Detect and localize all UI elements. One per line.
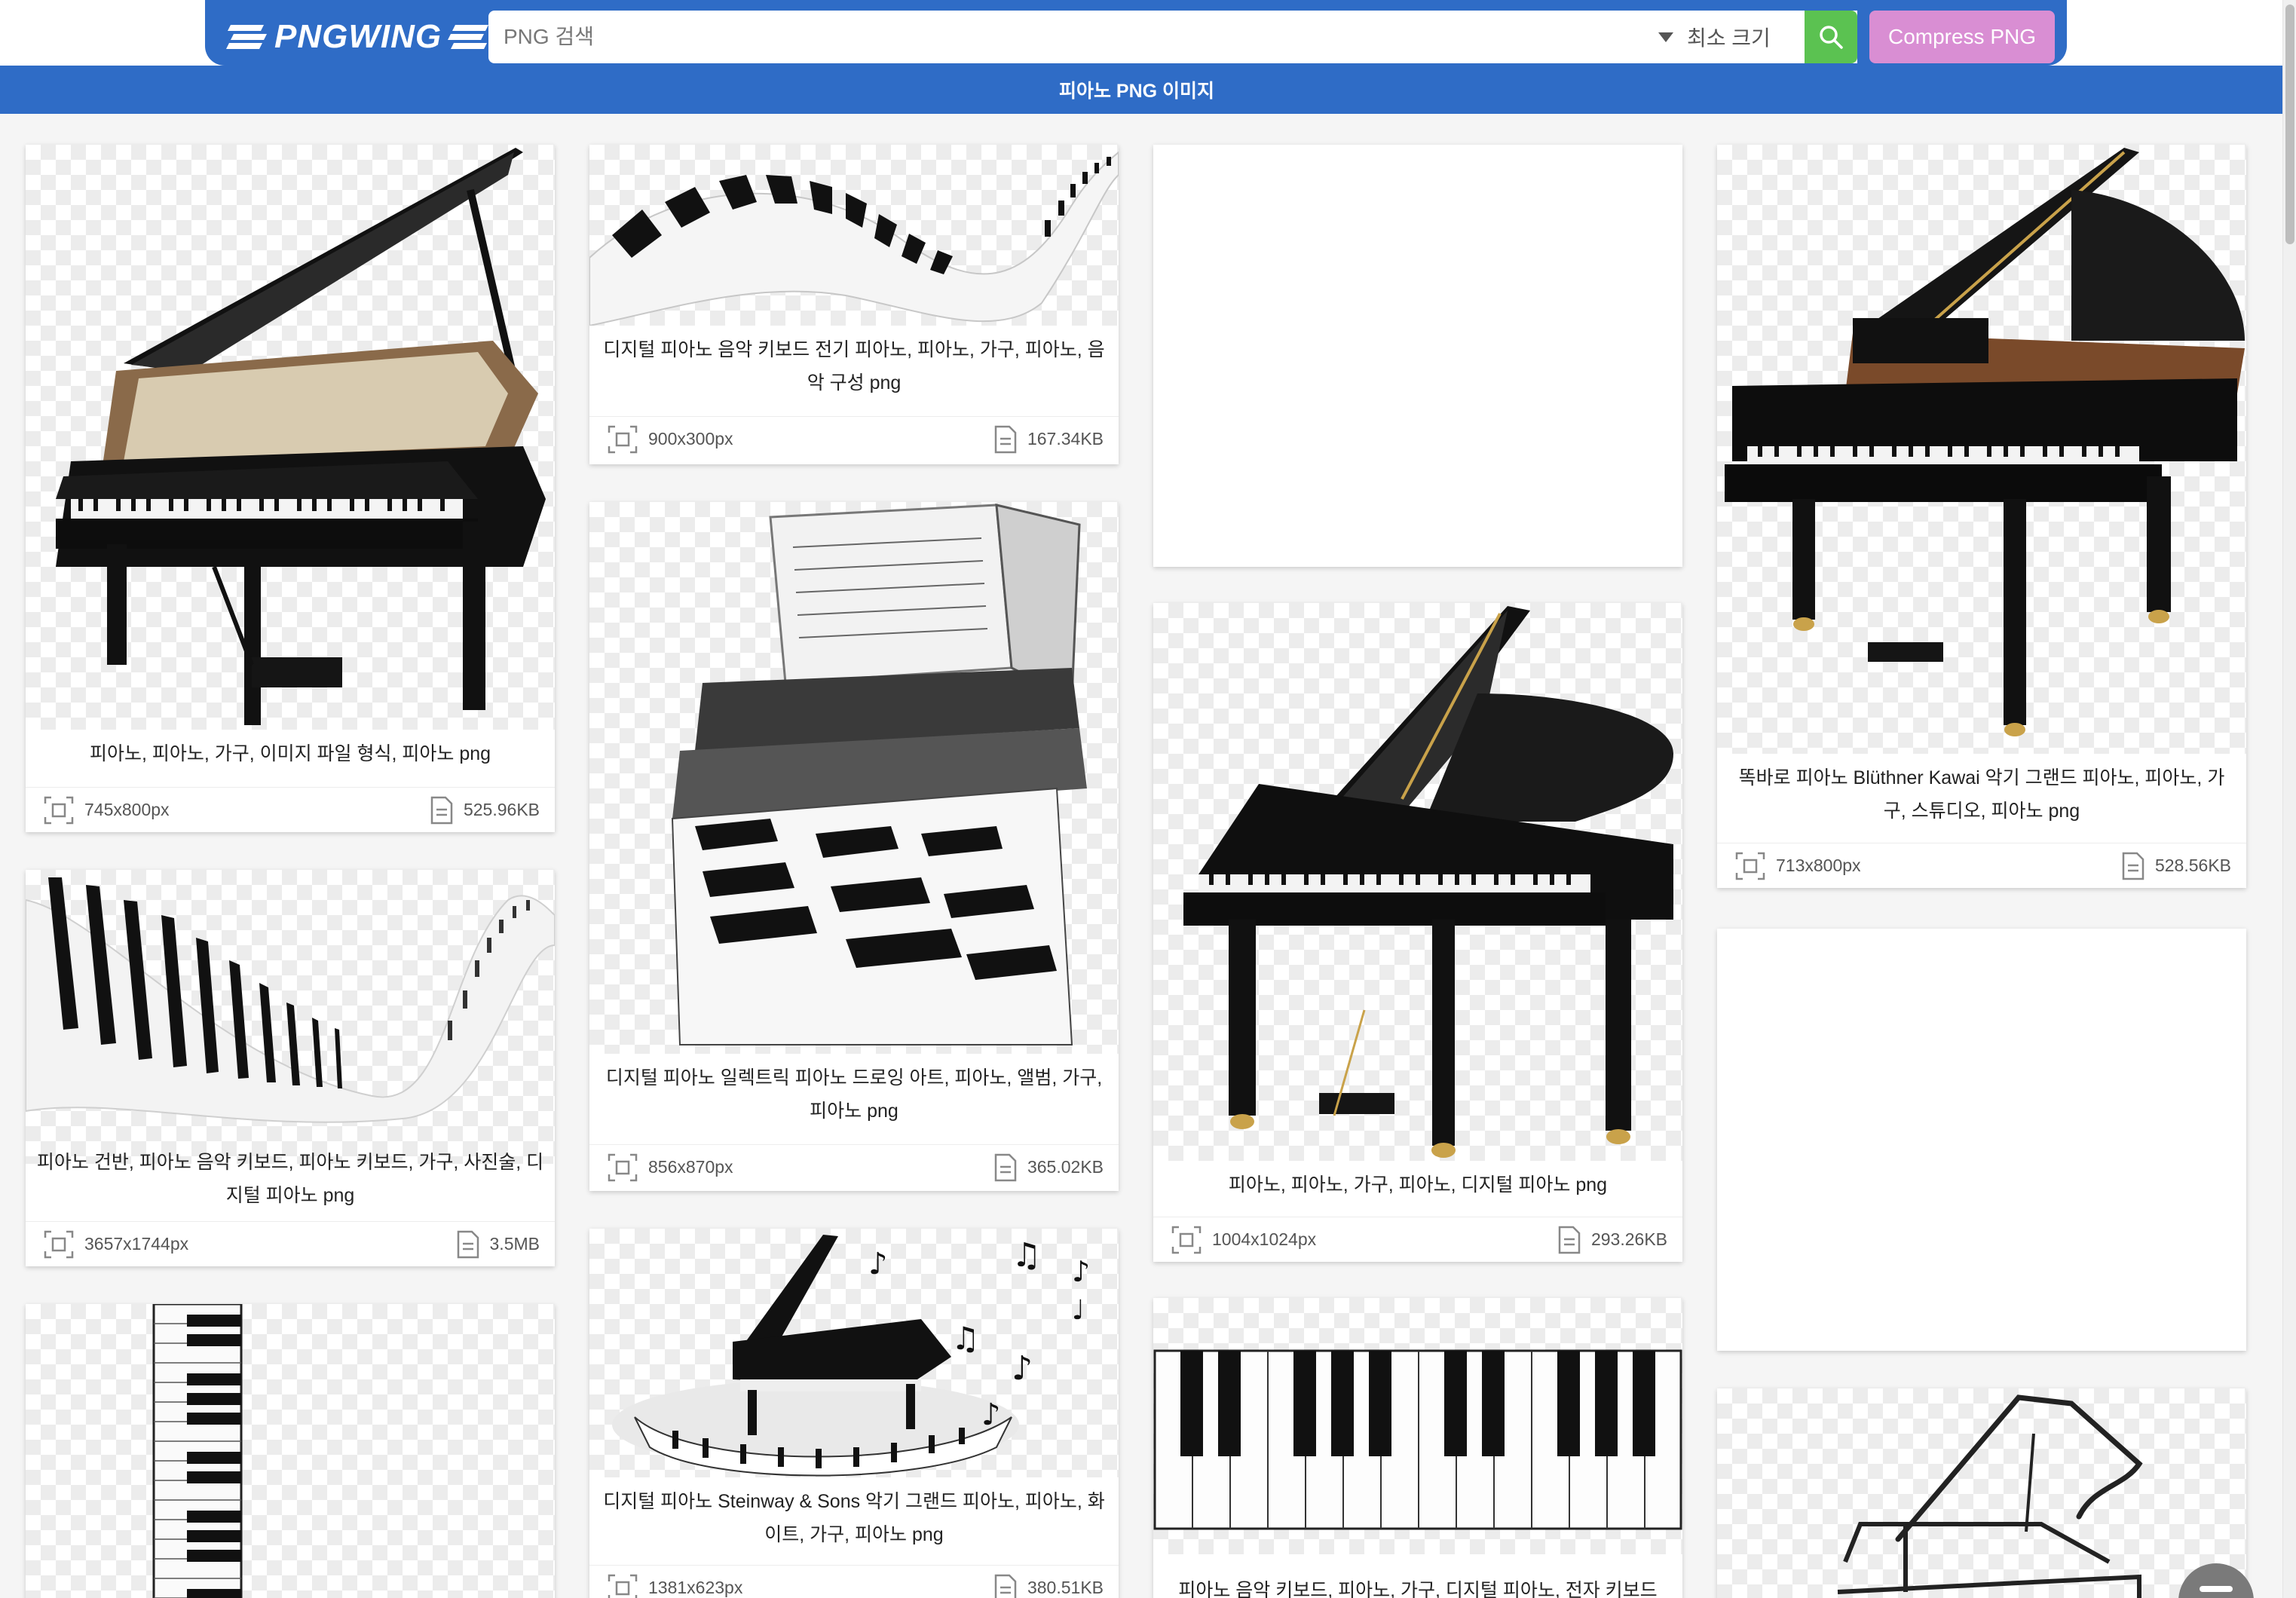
dimensions-icon bbox=[44, 796, 74, 824]
scrollbar-thumb[interactable] bbox=[2285, 5, 2294, 244]
image-meta: 713x800px 528.56KB bbox=[1717, 843, 2246, 888]
compress-png-button[interactable]: Compress PNG bbox=[1869, 11, 2055, 63]
image-caption[interactable]: 디지털 피아노 Steinway & Sons 악기 그랜드 피아노, 피아노,… bbox=[589, 1485, 1119, 1551]
image-thumbnail[interactable] bbox=[1717, 145, 2246, 754]
image-thumbnail[interactable] bbox=[1717, 1388, 2246, 1598]
svg-text:♫: ♫ bbox=[1012, 1236, 1041, 1275]
image-file-size: 380.51KB bbox=[1027, 1578, 1104, 1597]
logo-text: PNGWING bbox=[274, 18, 442, 55]
image-card[interactable]: 피아노, 피아노, 가구, 이미지 파일 형식, 피아노 png 745x800… bbox=[26, 145, 555, 832]
image-thumbnail[interactable] bbox=[26, 145, 555, 730]
image-card[interactable]: ♪ ♫ ♪ ♫ ♪ ♩ ♪ 디지털 피아노 Steinway & Sons 악기… bbox=[589, 1229, 1119, 1598]
image-dimensions: 745x800px bbox=[84, 800, 170, 819]
logo-stripes-icon bbox=[226, 25, 267, 49]
dimensions-icon bbox=[608, 425, 638, 453]
search-icon bbox=[1820, 26, 1843, 49]
image-card-placeholder[interactable] bbox=[1153, 145, 1682, 567]
svg-text:♪: ♪ bbox=[868, 1247, 888, 1281]
image-file-size: 525.96KB bbox=[463, 800, 540, 819]
steinway-piano-notes-image: ♪ ♫ ♪ ♫ ♪ ♩ ♪ bbox=[612, 1235, 1090, 1477]
grand-piano-image bbox=[56, 148, 546, 725]
image-caption[interactable]: 디지털 피아노 음악 키보드 전기 피아노, 피아노, 가구, 피아노, 음악 … bbox=[589, 333, 1119, 400]
image-dimensions: 3657x1744px bbox=[84, 1234, 189, 1254]
line-art-piano-image bbox=[1837, 1394, 2143, 1598]
image-card-placeholder[interactable] bbox=[1717, 929, 2246, 1351]
image-thumbnail[interactable] bbox=[26, 1304, 555, 1598]
image-thumbnail[interactable] bbox=[1153, 1298, 1682, 1554]
image-dimensions: 900x300px bbox=[648, 429, 733, 448]
image-thumbnail[interactable] bbox=[589, 145, 1119, 326]
file-size-icon bbox=[994, 425, 1017, 453]
image-card[interactable]: 피아노, 피아노, 가구, 피아노, 디지털 피아노 png 1004x1024… bbox=[1153, 603, 1682, 1262]
image-file-size: 365.02KB bbox=[1027, 1157, 1104, 1177]
dimensions-icon bbox=[608, 1153, 638, 1181]
image-file-size: 167.34KB bbox=[1027, 429, 1104, 448]
image-caption[interactable]: 피아노, 피아노, 가구, 피아노, 디지털 피아노 png bbox=[1153, 1168, 1682, 1202]
image-thumbnail[interactable]: ♪ ♫ ♪ ♫ ♪ ♩ ♪ bbox=[589, 1229, 1119, 1477]
image-dimensions: 1381x623px bbox=[648, 1578, 743, 1597]
keyboard-curve-image bbox=[589, 151, 1119, 326]
svg-text:♪: ♪ bbox=[981, 1397, 1001, 1432]
image-thumbnail[interactable] bbox=[589, 502, 1119, 1054]
image-card[interactable] bbox=[1717, 1388, 2246, 1598]
image-file-size: 528.56KB bbox=[2154, 856, 2231, 875]
svg-text:♪: ♪ bbox=[1072, 1255, 1090, 1288]
image-dimensions: 1004x1024px bbox=[1212, 1229, 1317, 1249]
piano-keys-wave-image bbox=[26, 877, 555, 1123]
image-card[interactable]: 피아노 음악 키보드, 피아노, 가구, 디지털 피아노, 전자 키보드 png bbox=[1153, 1298, 1682, 1598]
file-size-icon bbox=[430, 796, 453, 824]
dimensions-icon bbox=[1735, 852, 1765, 880]
page-title: 피아노 PNG 이미지 bbox=[1058, 81, 1215, 102]
file-size-icon bbox=[457, 1230, 479, 1258]
image-caption[interactable]: 디지털 피아노 일렉트릭 피아노 드로잉 아트, 피아노, 앨범, 가구, 피아… bbox=[589, 1061, 1119, 1128]
image-meta: 1004x1024px 293.26KB bbox=[1153, 1217, 1682, 1262]
dimensions-icon bbox=[1171, 1226, 1202, 1254]
search-input[interactable] bbox=[504, 11, 1634, 63]
image-dimensions: 856x870px bbox=[648, 1157, 733, 1177]
dimensions-icon bbox=[608, 1574, 638, 1598]
image-thumbnail[interactable] bbox=[1153, 603, 1682, 1161]
file-size-icon bbox=[1558, 1226, 1581, 1254]
image-card[interactable]: 디지털 피아노 일렉트릭 피아노 드로잉 아트, 피아노, 앨범, 가구, 피아… bbox=[589, 502, 1119, 1191]
image-meta: 3657x1744px 3.5MB bbox=[26, 1221, 555, 1266]
svg-text:♪: ♪ bbox=[1012, 1349, 1033, 1388]
image-card[interactable]: 피아노 건반, 피아노 음악 키보드, 피아노 키보드, 가구, 사진술, 디지… bbox=[26, 870, 555, 1266]
image-card[interactable]: 디지털 피아노 음악 키보드 전기 피아노, 피아노, 가구, 피아노, 음악 … bbox=[589, 145, 1119, 464]
file-size-icon bbox=[994, 1574, 1017, 1598]
bluthner-grand-piano-image bbox=[1725, 148, 2245, 736]
image-caption[interactable]: 피아노 음악 키보드, 피아노, 가구, 디지털 피아노, 전자 키보드 png bbox=[1153, 1574, 1682, 1598]
piano-drawing-image bbox=[671, 504, 1087, 1045]
image-meta: 900x300px 167.34KB bbox=[589, 416, 1119, 461]
page-title-bar: 피아노 PNG 이미지 bbox=[0, 66, 2296, 114]
black-grand-piano-image bbox=[1183, 606, 1673, 1158]
image-thumbnail[interactable] bbox=[26, 870, 555, 1164]
min-size-dropdown[interactable]: 최소 크기 bbox=[1658, 11, 1771, 63]
image-meta: 856x870px 365.02KB bbox=[589, 1144, 1119, 1189]
logo-stripes-icon-right bbox=[448, 25, 489, 49]
svg-text:♩: ♩ bbox=[1072, 1295, 1085, 1326]
image-dimensions: 713x800px bbox=[1776, 856, 1861, 875]
image-card[interactable] bbox=[26, 1304, 555, 1598]
image-card[interactable]: 똑바로 피아노 Blüthner Kawai 악기 그랜드 피아노, 피아노, … bbox=[1717, 145, 2246, 888]
search-bar: 최소 크기 bbox=[488, 11, 1857, 63]
search-button[interactable] bbox=[1805, 11, 1857, 63]
image-file-size: 3.5MB bbox=[489, 1234, 540, 1254]
site-logo[interactable]: PNGWING bbox=[226, 17, 490, 57]
image-meta: 1381x623px 380.51KB bbox=[589, 1565, 1119, 1598]
image-meta: 745x800px 525.96KB bbox=[26, 787, 555, 832]
page-scrollbar[interactable] bbox=[2282, 0, 2296, 1598]
svg-text:♫: ♫ bbox=[951, 1320, 980, 1357]
file-size-icon bbox=[994, 1153, 1017, 1181]
image-caption[interactable]: 똑바로 피아노 Blüthner Kawai 악기 그랜드 피아노, 피아노, … bbox=[1717, 761, 2246, 828]
chevron-down-icon bbox=[1658, 32, 1673, 42]
image-file-size: 293.26KB bbox=[1590, 1229, 1667, 1249]
image-caption[interactable]: 피아노, 피아노, 가구, 이미지 파일 형식, 피아노 png bbox=[26, 737, 555, 770]
file-size-icon bbox=[2122, 852, 2144, 880]
horizontal-keyboard-image bbox=[1153, 1349, 1682, 1530]
min-size-label: 최소 크기 bbox=[1687, 26, 1771, 50]
image-caption[interactable]: 피아노 건반, 피아노 음악 키보드, 피아노 키보드, 가구, 사진술, 디지… bbox=[26, 1146, 555, 1212]
vertical-keyboard-image bbox=[152, 1304, 243, 1598]
dimensions-icon bbox=[44, 1230, 74, 1258]
